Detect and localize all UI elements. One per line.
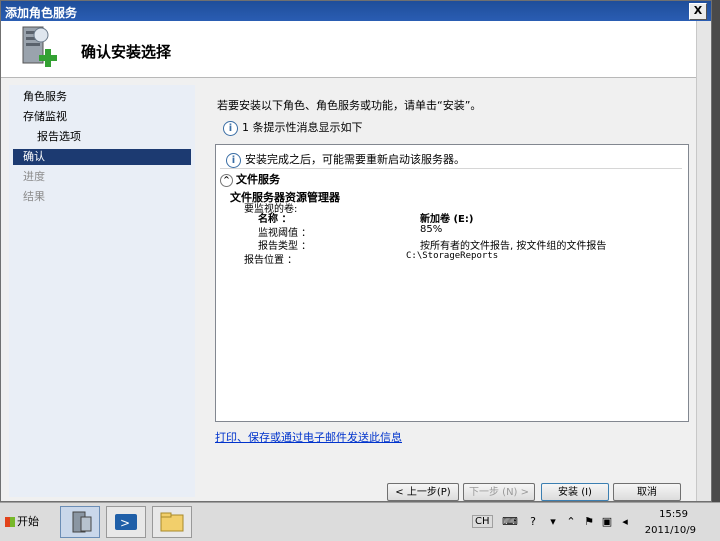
nav-item-results: 结果: [23, 190, 45, 203]
svg-text:>: >: [120, 516, 130, 530]
nav-item-confirm[interactable]: 确认: [13, 149, 191, 165]
network-icon[interactable]: ▣: [600, 515, 614, 529]
notice-line: i 1 条提示性消息显示如下: [223, 119, 363, 136]
nav-item-progress: 进度: [23, 170, 45, 183]
back-button[interactable]: < 上一步(P): [387, 483, 459, 501]
restart-message: i 安装完成之后，可能需要重新启动该服务器。: [226, 151, 465, 168]
wizard-nav: 角色服务 存储监视 报告选项 确认 进度 结果: [9, 85, 195, 497]
windows-logo-icon: [5, 517, 15, 527]
start-label: 开始: [17, 515, 39, 528]
input-options-icon[interactable]: ▾: [546, 515, 560, 529]
add-role-services-dialog: 添加角色服务 X 确认安装选择 角色服务 存储监视 报告选项 确认 进度 结果 …: [0, 0, 712, 502]
notice-text: 1 条提示性消息显示如下: [242, 121, 363, 134]
close-button[interactable]: X: [689, 3, 707, 20]
start-button[interactable]: 开始: [2, 511, 46, 533]
flag-icon[interactable]: ⚑: [582, 515, 596, 529]
collapse-chevron-icon[interactable]: ^: [220, 173, 233, 187]
info-icon: i: [226, 152, 241, 168]
row-value-threshold: 85%: [420, 224, 443, 235]
row-label-report-location: 报告位置 ：: [244, 255, 298, 266]
row-value-report-location: C:\StorageReports: [406, 251, 499, 261]
folder-icon: [160, 512, 184, 532]
next-button: 下一步 (N) >: [463, 483, 535, 501]
show-hidden-icons[interactable]: ⌃: [564, 515, 578, 529]
confirmation-details-box[interactable]: i 安装完成之后，可能需要重新启动该服务器。 ^ 文件服务 文件服务器资源管理器 要…: [215, 144, 689, 422]
system-tray: CH ⌨ ? ▾ ⌃ ⚑ ▣ ◂ 15:59 2011/10/9: [466, 505, 720, 539]
instruction-text: 若要安装以下角色、角色服务或功能，请单击“安装”。: [217, 99, 482, 112]
taskbar: 开始 > CH ⌨ ? ▾ ⌃ ⚑ ▣ ◂ 15:59 2011/10/9: [0, 502, 720, 541]
section-file-services[interactable]: ^ 文件服务: [220, 171, 280, 187]
print-save-email-link[interactable]: 打印、保存或通过电子邮件发送此信息: [215, 429, 402, 445]
taskbar-server-manager-button[interactable]: [60, 506, 100, 538]
cancel-button[interactable]: 取消: [613, 483, 681, 501]
restart-message-text: 安装完成之后，可能需要重新启动该服务器。: [245, 153, 465, 166]
title-bar[interactable]: 添加角色服务 X: [1, 1, 711, 21]
row-label-name: 名称 ：: [258, 214, 292, 225]
keyboard-icon[interactable]: ⌨: [502, 515, 518, 529]
clock-date[interactable]: 2011/10/9: [645, 525, 696, 536]
install-button[interactable]: 安装 (I): [541, 483, 609, 501]
powershell-icon: >: [115, 514, 137, 530]
row-value-name: 新加卷 (E:): [420, 214, 474, 225]
wizard-button-bar: < 上一步(P) 下一步 (N) > 安装 (I) 取消: [197, 471, 697, 501]
server-manager-icon: [72, 511, 92, 533]
taskbar-explorer-button[interactable]: [152, 506, 192, 538]
wizard-header: 确认安装选择: [1, 21, 711, 78]
taskbar-powershell-button[interactable]: >: [106, 506, 146, 538]
language-indicator[interactable]: CH: [472, 515, 493, 528]
divider: [220, 168, 682, 169]
row-value-report-type: 按所有者的文件报告, 按文件组的文件报告: [420, 241, 607, 252]
content-pane: 若要安装以下角色、角色服务或功能，请单击“安装”。 i1 条提示性消息显示如下 …: [195, 77, 697, 477]
row-label-report-type: 报告类型 ：: [258, 241, 312, 252]
help-icon[interactable]: ?: [526, 515, 540, 529]
volume-icon[interactable]: ◂: [618, 515, 632, 529]
window-title: 添加角色服务: [5, 6, 78, 20]
info-icon: i: [223, 120, 238, 136]
server-add-icon: [22, 26, 57, 67]
clock-time[interactable]: 15:59: [659, 509, 688, 520]
nav-item-role-services[interactable]: 角色服务: [13, 89, 191, 105]
nav-item-report-options[interactable]: 报告选项: [13, 129, 191, 145]
nav-item-storage-monitoring[interactable]: 存储监视: [13, 109, 191, 125]
section-title: 文件服务: [236, 173, 280, 186]
right-edge-strip: [696, 21, 711, 501]
page-title: 确认安装选择: [81, 43, 172, 61]
